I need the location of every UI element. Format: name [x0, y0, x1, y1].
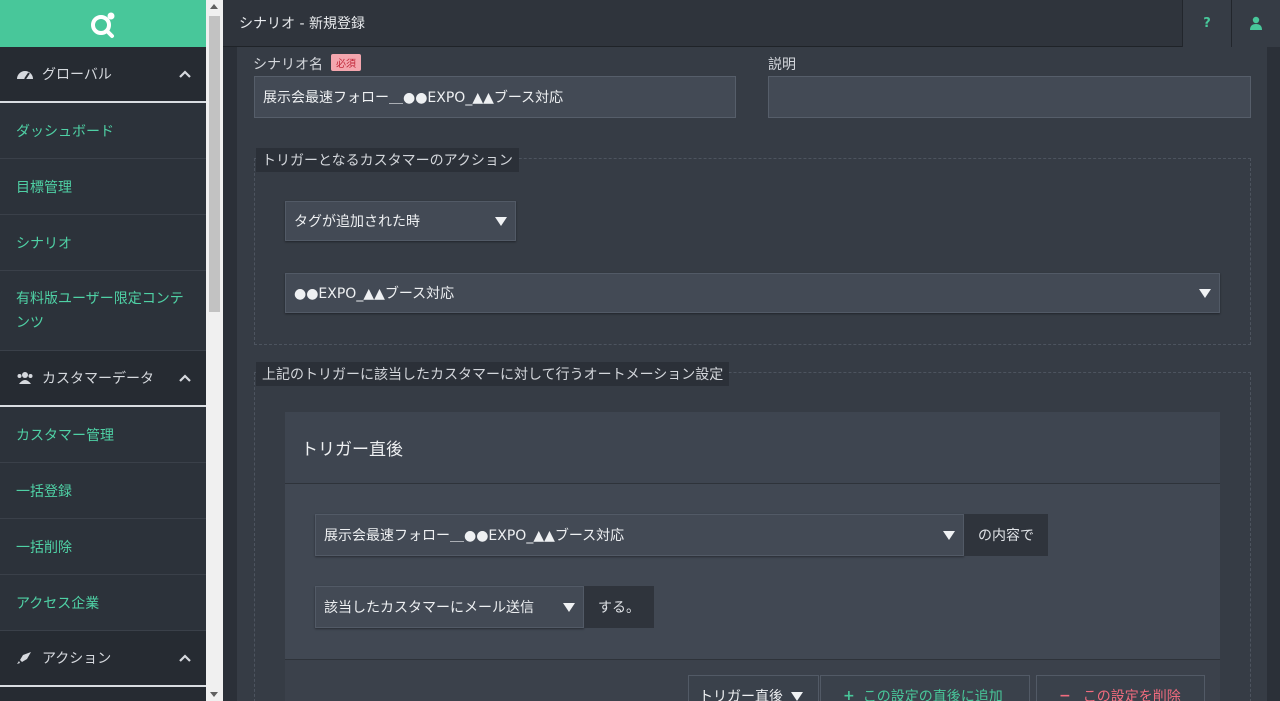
required-badge: 必須: [331, 54, 361, 71]
logo-icon: [91, 12, 115, 38]
rocket-icon: [17, 652, 31, 664]
scroll-up-arrow-icon[interactable]: [210, 4, 218, 9]
sidebar-item-dashboard[interactable]: ダッシュボード: [0, 103, 206, 159]
sidebar-section-label: アクション: [42, 651, 112, 667]
trigger-legend: トリガーとなるカスタマーのアクション: [256, 148, 519, 172]
trigger-tag-select[interactable]: ●●EXPO_▲▲ブース対応: [285, 273, 1220, 313]
page-title: シナリオ - 新規登録: [239, 16, 365, 32]
dropdown-caret-icon: [563, 602, 575, 612]
description-label: 説明: [768, 57, 796, 73]
trigger-type-value: タグが追加された時: [294, 214, 420, 230]
dropdown-caret-icon: [495, 216, 507, 226]
sidebar-section-action[interactable]: アクション: [0, 631, 206, 687]
action-select[interactable]: 該当したカスタマーにメール送信: [315, 586, 584, 628]
sidebar-item-bulk-register[interactable]: 一括登録: [0, 463, 206, 519]
chevron-up-icon: [179, 654, 191, 662]
action-value: 該当したカスタマーにメール送信: [324, 600, 534, 616]
dropdown-caret-icon: [943, 530, 955, 540]
sidebar-item-premium-content[interactable]: 有料版ユーザー限定コンテンツ: [0, 271, 206, 351]
timing-value: トリガー直後: [699, 689, 783, 701]
automation-step-title: トリガー直後: [285, 412, 1220, 484]
sidebar: グローバル ダッシュボード 目標管理 シナリオ 有料版ユーザー限定コンテンツ カ…: [0, 0, 206, 701]
users-icon: [17, 372, 33, 384]
content-select[interactable]: 展示会最速フォロー＿●●EXPO_▲▲ブース対応: [315, 514, 964, 556]
trigger-tag-value: ●●EXPO_▲▲ブース対応: [294, 286, 455, 302]
add-after-button[interactable]: + この設定の直後に追加: [820, 675, 1030, 701]
scenario-name-label: シナリオ名 必須: [253, 54, 361, 74]
sidebar-item-access-companies[interactable]: アクセス企業: [0, 575, 206, 631]
help-icon: ?: [1203, 15, 1211, 31]
user-menu-button[interactable]: [1231, 0, 1280, 47]
action-suffix: する。: [584, 586, 654, 628]
scenario-name-input[interactable]: 展示会最速フォロー＿●●EXPO_▲▲ブース対応: [254, 76, 736, 118]
sidebar-item-customer-management[interactable]: カスタマー管理: [0, 407, 206, 463]
sidebar-item-goals[interactable]: 目標管理: [0, 159, 206, 215]
automation-step-box: トリガー直後: [285, 412, 1220, 701]
help-button[interactable]: ?: [1182, 0, 1231, 47]
sidebar-section-label: カスタマーデータ: [42, 371, 154, 387]
sidebar-section-global[interactable]: グローバル: [0, 47, 206, 103]
content-suffix: の内容で: [964, 514, 1048, 556]
plus-icon: +: [843, 688, 855, 701]
chevron-up-icon: [179, 70, 191, 78]
minus-icon: −: [1059, 688, 1071, 701]
sidebar-section-customer-data[interactable]: カスタマーデータ: [0, 351, 206, 407]
add-after-label: この設定の直後に追加: [862, 689, 1003, 701]
scrollbar-thumb[interactable]: [209, 16, 220, 312]
trigger-type-select[interactable]: タグが追加された時: [285, 201, 516, 241]
automation-legend: 上記のトリガーに該当したカスタマーに対して行うオートメーション設定: [256, 362, 730, 386]
sidebar-item-scenario[interactable]: シナリオ: [0, 215, 206, 271]
dropdown-caret-icon: [791, 691, 803, 701]
app-logo[interactable]: [0, 0, 206, 47]
dropdown-caret-icon: [1199, 288, 1211, 298]
delete-setting-button[interactable]: − この設定を削除: [1036, 675, 1205, 701]
description-input[interactable]: [768, 76, 1251, 118]
user-icon: [1250, 16, 1262, 30]
dashboard-gauge-icon: [17, 71, 33, 80]
chevron-up-icon: [179, 374, 191, 382]
sidebar-scrollbar[interactable]: [206, 0, 223, 701]
scroll-down-arrow-icon[interactable]: [210, 692, 218, 697]
delete-setting-label: この設定を削除: [1082, 689, 1181, 701]
top-header: シナリオ - 新規登録 ?: [223, 0, 1280, 47]
trigger-fieldset: [254, 158, 1251, 345]
sidebar-section-label: グローバル: [42, 67, 112, 83]
scenario-name-label-text: シナリオ名: [253, 57, 323, 73]
sidebar-item-bulk-delete[interactable]: 一括削除: [0, 519, 206, 575]
content-value: 展示会最速フォロー＿●●EXPO_▲▲ブース対応: [324, 528, 625, 544]
timing-select[interactable]: トリガー直後: [688, 675, 819, 701]
